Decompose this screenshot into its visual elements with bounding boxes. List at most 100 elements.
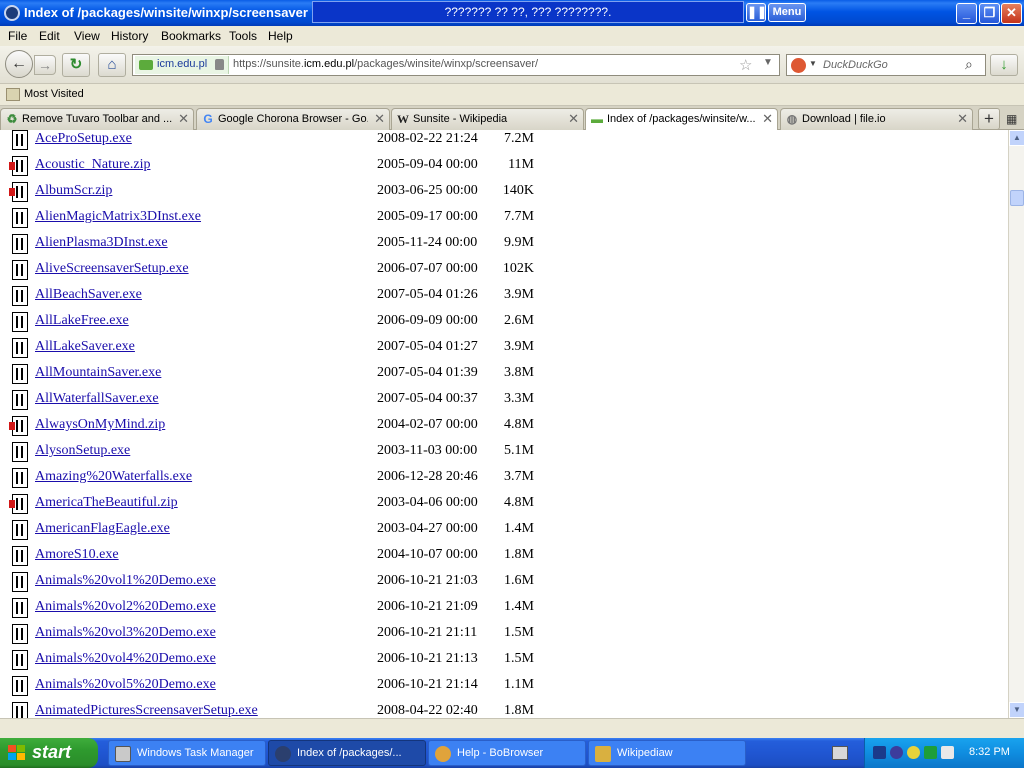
task-label: Help - BoBrowser	[457, 747, 544, 759]
task-task-manager[interactable]: Windows Task Manager	[108, 740, 266, 766]
binary-file-icon	[12, 702, 28, 718]
tab-1[interactable]: G Google Chorona Browser - Go... ✕	[196, 108, 390, 130]
restore-button[interactable]: ❐	[979, 3, 1000, 24]
start-button[interactable]: start	[0, 738, 98, 768]
duckduckgo-icon[interactable]	[791, 58, 806, 73]
file-link[interactable]: AceProSetup.exe	[35, 131, 132, 147]
binary-file-icon	[12, 624, 28, 644]
binary-file-icon	[12, 234, 28, 254]
file-link[interactable]: AlysonSetup.exe	[35, 443, 130, 459]
file-link[interactable]: AllLakeSaver.exe	[35, 339, 135, 355]
table-row: AlienPlasma3DInst.exe 2005-11-24 00:00 9.9…	[0, 234, 1008, 260]
task-firefox[interactable]: Index of /packages/...	[268, 740, 426, 766]
search-bar[interactable]: ▼ DuckDuckGo ⌕	[786, 54, 986, 76]
file-link[interactable]: AllLakeFree.exe	[35, 313, 129, 329]
file-link[interactable]: Animals%20vol4%20Demo.exe	[35, 651, 216, 667]
tab-close-icon[interactable]: ✕	[957, 111, 968, 127]
tab-close-icon[interactable]: ✕	[178, 111, 189, 127]
binary-file-icon	[12, 598, 28, 618]
bookmark-star-icon[interactable]: ☆	[739, 56, 752, 74]
table-row: AmericaTheBeautiful.zip 2003-04-06 00:00 4…	[0, 494, 1008, 520]
new-tab-button[interactable]: +	[978, 108, 1000, 130]
table-row: AmericanFlagEagle.exe 2003-04-27 00:00 1.4…	[0, 520, 1008, 546]
keyboard-icon[interactable]	[832, 746, 848, 760]
tab-0[interactable]: ♻ Remove Tuvaro Toolbar and ... ✕	[0, 108, 194, 130]
home-button[interactable]: ⌂	[98, 53, 126, 77]
tray-app-icon[interactable]	[873, 746, 886, 759]
file-size: 140K	[502, 183, 534, 198]
table-row: AllWaterfallSaver.exe 2007-05-04 00:37 3.3…	[0, 390, 1008, 416]
file-link[interactable]: AmericaTheBeautiful.zip	[35, 495, 178, 511]
file-link[interactable]: AlienPlasma3DInst.exe	[35, 235, 168, 251]
file-link[interactable]: Animals%20vol3%20Demo.exe	[35, 625, 216, 641]
menu-file[interactable]: File	[8, 29, 27, 43]
menu-bookmarks[interactable]: Bookmarks	[161, 29, 221, 43]
binary-file-icon	[12, 650, 28, 670]
reload-button[interactable]: ↻	[62, 53, 90, 77]
tab-label: Download | file.io	[802, 113, 886, 125]
scroll-thumb[interactable]	[1010, 190, 1024, 206]
smiley-icon[interactable]	[907, 746, 920, 759]
scroll-down-icon[interactable]: ▼	[1009, 702, 1024, 718]
menu-view[interactable]: View	[74, 29, 100, 43]
window-titlebar[interactable]: Index of /packages/winsite/winxp/screens…	[0, 0, 1024, 26]
file-date: 2003-04-06 00:00	[377, 495, 478, 510]
close-button[interactable]: ✕	[1001, 3, 1022, 24]
tab-close-icon[interactable]: ✕	[762, 111, 773, 127]
back-button[interactable]: ←	[5, 50, 33, 78]
file-link[interactable]: Animals%20vol2%20Demo.exe	[35, 599, 216, 615]
vertical-scrollbar[interactable]: ▲ ▼	[1008, 130, 1024, 718]
file-link[interactable]: AlbumScr.zip	[35, 183, 112, 199]
tab-3[interactable]: ▬ Index of /packages/winsite/w... ✕	[585, 108, 778, 131]
table-row: AliveScreensaverSetup.exe 2006-07-07 00:0…	[0, 260, 1008, 286]
menu-help[interactable]: Help	[268, 29, 293, 43]
url-path: /packages/winsite/winxp/screensaver/	[354, 58, 539, 70]
user-icon[interactable]	[890, 746, 903, 759]
tab-4[interactable]: ◍ Download | file.io ✕	[780, 108, 973, 130]
file-link[interactable]: Animals%20vol5%20Demo.exe	[35, 677, 216, 693]
file-link[interactable]: AllBeachSaver.exe	[35, 287, 142, 303]
site-identity-button[interactable]: icm.edu.pl	[135, 56, 229, 74]
tab-close-icon[interactable]: ✕	[374, 111, 385, 127]
network-icon[interactable]	[924, 746, 937, 759]
download-button[interactable]: ↓	[990, 54, 1018, 76]
file-link[interactable]: AnimatedPicturesScreensaverSetup.exe	[35, 703, 258, 718]
file-link[interactable]: Animals%20vol1%20Demo.exe	[35, 573, 216, 589]
remote-menu-button[interactable]: Menu	[768, 3, 806, 22]
pause-button[interactable]: ❚❚	[746, 3, 767, 22]
tab-list-icon[interactable]: ▦	[1006, 112, 1017, 126]
file-link[interactable]: AliveScreensaverSetup.exe	[35, 261, 189, 277]
minimize-button[interactable]: _	[956, 3, 977, 24]
file-link[interactable]: Acoustic_Nature.zip	[35, 157, 150, 173]
url-input[interactable]: https://sunsite.icm.edu.pl/packages/wins…	[233, 58, 538, 70]
file-size: 4.8M	[504, 495, 534, 510]
file-size: 1.8M	[504, 703, 534, 718]
menu-history[interactable]: History	[111, 29, 148, 43]
books-icon	[595, 746, 611, 762]
forward-button[interactable]: →	[34, 55, 56, 75]
taskbar: start Windows Task Manager Index of /pac…	[0, 738, 1024, 768]
file-link[interactable]: AmericanFlagEagle.exe	[35, 521, 170, 537]
bookmark-most-visited[interactable]: Most Visited	[24, 88, 84, 100]
file-link[interactable]: AllWaterfallSaver.exe	[35, 391, 159, 407]
url-history-dropdown-icon[interactable]: ▼	[763, 57, 773, 68]
file-size: 102K	[502, 261, 534, 276]
task-wikipedia[interactable]: Wikipediaw	[588, 740, 746, 766]
search-icon[interactable]: ⌕	[965, 56, 973, 73]
task-bobrowser[interactable]: Help - BoBrowser	[428, 740, 586, 766]
url-bar[interactable]: icm.edu.pl https://sunsite.icm.edu.pl/pa…	[132, 54, 780, 76]
menu-edit[interactable]: Edit	[39, 29, 60, 43]
volume-icon[interactable]	[941, 746, 954, 759]
engine-dropdown-icon[interactable]: ▼	[809, 59, 817, 68]
tab-2[interactable]: W Sunsite - Wikipedia ✕	[391, 108, 584, 130]
menu-tools[interactable]: Tools	[229, 29, 257, 43]
file-link[interactable]: Amazing%20Waterfalls.exe	[35, 469, 192, 485]
file-link[interactable]: AmoreS10.exe	[35, 547, 119, 563]
file-link[interactable]: AlwaysOnMyMind.zip	[35, 417, 165, 433]
file-link[interactable]: AlienMagicMatrix3DInst.exe	[35, 209, 201, 225]
search-input[interactable]: DuckDuckGo	[823, 59, 888, 71]
tab-close-icon[interactable]: ✕	[568, 111, 579, 127]
scroll-up-icon[interactable]: ▲	[1009, 130, 1024, 146]
bookmarks-toolbar: Most Visited	[0, 84, 1024, 106]
file-link[interactable]: AllMountainSaver.exe	[35, 365, 161, 381]
